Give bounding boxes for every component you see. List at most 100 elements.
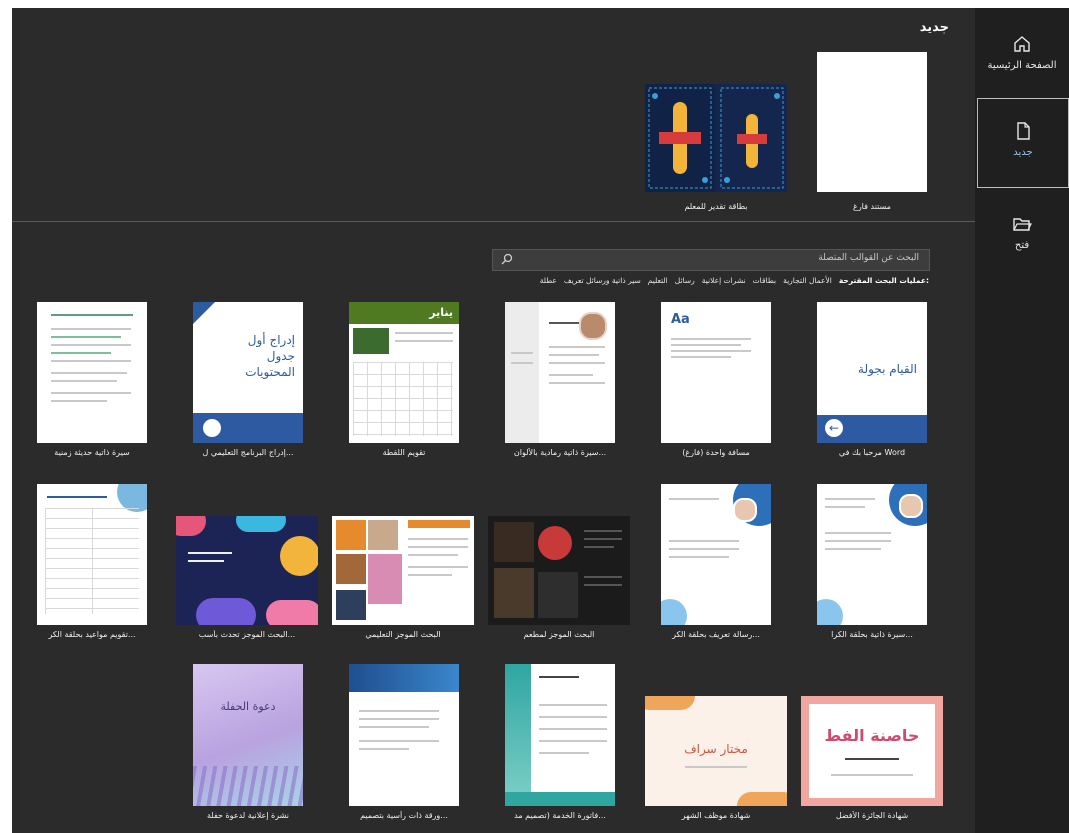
suggestion-link[interactable]: نشرات إعلانية <box>702 276 746 285</box>
suggestion-link[interactable]: سير ذاتية ورسائل تعريف <box>564 276 641 285</box>
wave-decoration <box>645 696 695 710</box>
template-card[interactable]: رسالة تعريف بحلقة الكر... <box>661 484 771 644</box>
template-thumbnail: مختار سراف <box>645 696 787 806</box>
search-icon[interactable] <box>501 253 513 265</box>
template-thumbnail <box>817 484 927 625</box>
template-label: سيرة ذاتية رمادية بالألوان... <box>513 448 607 457</box>
avatar <box>579 312 607 340</box>
template-card[interactable]: مختار سراف شهادة موظف الشهر <box>645 696 787 826</box>
template-thumbnail <box>37 484 147 625</box>
photo-block <box>368 520 398 550</box>
template-label: البحث الموجز لمطعم <box>523 630 595 639</box>
avatar <box>733 498 757 522</box>
template-label: البحث الموجز التعليمي <box>365 630 441 639</box>
template-thumbnail <box>349 664 459 806</box>
template-label: فاتورة الخدمة (تصميم مد... <box>514 811 606 820</box>
template-thumbnail <box>488 516 630 625</box>
template-label: رسالة تعريف بحلقة الكر... <box>672 630 760 639</box>
template-card[interactable]: Aa مسافة واحدة (فارغ) <box>661 302 771 462</box>
template-card[interactable]: البحث الموجز لمطعم <box>488 516 630 644</box>
template-thumbnail: يناير <box>349 302 459 443</box>
template-thumbnail <box>505 302 615 443</box>
suggestion-link[interactable]: التعليم <box>648 276 668 285</box>
template-card[interactable]: سيرة ذاتية بحلقة الكرا... <box>817 484 927 644</box>
template-thumbnail: إدراج أول جدول المحتويات <box>193 302 303 443</box>
blob <box>280 536 318 576</box>
template-card[interactable]: ورقة ذات رأسية بتصميم... <box>349 664 459 826</box>
calendar-grid <box>353 362 453 436</box>
template-thumbnail <box>332 516 474 625</box>
arrow-icon: ← <box>825 419 843 437</box>
template-card[interactable]: سيرة ذاتية رمادية بالألوان... <box>505 302 615 462</box>
suggestion-link[interactable]: عطلة <box>540 276 557 285</box>
thumb-title: حاصنة الفط <box>824 726 920 745</box>
template-thumbnail <box>176 516 318 625</box>
template-card[interactable]: تقويم مواعيد بحلقة الكر... <box>37 484 147 644</box>
suggestion-link[interactable]: الأعمال التجارية <box>783 276 832 285</box>
template-thumbnail: دعوة الحفلة <box>193 664 303 806</box>
teacher-card-thumbnail <box>645 84 787 192</box>
folder-open-icon <box>1013 218 1032 231</box>
home-icon <box>1014 36 1030 52</box>
template-card[interactable]: البحث الموجز التعليمي <box>332 516 474 644</box>
nav-home[interactable]: الصفحة الرئيسية <box>977 34 1067 88</box>
template-label: تقويم مواعيد بحلقة الكر... <box>48 630 136 639</box>
template-thumbnail <box>37 302 147 443</box>
suggestion-link[interactable]: بطاقات <box>753 276 776 285</box>
blob <box>266 600 318 625</box>
template-thumbnail: حاصنة الفط <box>801 696 943 806</box>
thumb-title: القيام بجولة <box>858 362 917 376</box>
section-divider <box>12 221 975 222</box>
template-label: شهادة موظف الشهر <box>681 811 751 820</box>
nav-new[interactable]: جديد <box>977 98 1069 188</box>
thumb-title: يناير <box>429 306 453 319</box>
template-card[interactable]: سيرة ذاتية حديثة زمنية <box>37 302 147 462</box>
photo-block <box>336 520 366 550</box>
teal-footer <box>505 792 615 806</box>
nav-new-label: جديد <box>1013 147 1033 158</box>
bubble-decoration <box>661 599 687 625</box>
nav-open[interactable]: فتح <box>977 214 1067 268</box>
blank-document-template[interactable]: مستند فارغ <box>817 52 927 218</box>
blue-header <box>349 664 459 692</box>
suggested-searches: عمليات البحث المقترحة: الأعمال التجارية … <box>540 276 929 285</box>
orange-bar <box>408 520 470 528</box>
template-search-input[interactable]: البحث عن القوالب المتصلة <box>492 249 930 271</box>
thumb-title: دعوة الحفلة <box>220 700 276 713</box>
template-card[interactable]: دعوة الحفلة نشرة إعلانية لدعوة حفلة <box>193 664 303 826</box>
photo-block <box>336 554 366 584</box>
template-label: تقويم اللقطة <box>382 448 426 457</box>
thumb-title: Aa <box>671 312 690 327</box>
template-card[interactable]: إدراج أول جدول المحتويات إدراج البرنامج … <box>193 302 303 462</box>
calendar-photo <box>353 328 389 354</box>
side-strip <box>505 302 539 443</box>
template-label: إدراج البرنامج التعليمي ل... <box>202 448 294 457</box>
food-photo <box>538 572 578 618</box>
certificate-inner <box>809 704 935 798</box>
blob <box>196 598 256 625</box>
blob <box>236 516 286 532</box>
template-label: مرحباً بك في Word <box>838 448 906 457</box>
template-card[interactable]: حاصنة الفط شهادة الجائزة الأفضل <box>801 696 943 826</box>
bubble-decoration <box>817 599 843 625</box>
suggestion-link[interactable]: رسائل <box>675 276 695 285</box>
template-card[interactable]: البحث الموجز تحدث بأسب... <box>176 516 318 644</box>
backstage-nav: الصفحة الرئيسية جديد فتح <box>975 8 1069 833</box>
navy-block <box>336 590 366 620</box>
template-label: سيرة ذاتية بحلقة الكرا... <box>831 630 913 639</box>
suggested-searches-label: عمليات البحث المقترحة: <box>838 276 929 285</box>
template-card[interactable]: القيام بجولة ← مرحباً بك في Word <box>817 302 927 462</box>
corner-ribbon <box>193 302 215 324</box>
new-document-icon <box>1017 122 1030 140</box>
wave-decoration <box>737 792 787 806</box>
template-label: نشرة إعلانية لدعوة حفلة <box>207 811 289 820</box>
template-label: شهادة الجائزة الأفضل <box>835 811 909 820</box>
blob <box>176 516 206 536</box>
blank-document-thumbnail <box>817 52 927 192</box>
template-card[interactable]: يناير تقويم اللقطة <box>349 302 459 462</box>
template-card[interactable]: فاتورة الخدمة (تصميم مد... <box>505 664 615 826</box>
teacher-appreciation-card-template[interactable]: بطاقة تقدير للمعلم <box>645 84 787 218</box>
nav-open-label: فتح <box>1014 240 1030 251</box>
search-placeholder: البحث عن القوالب المتصلة <box>818 253 919 263</box>
template-label: مسافة واحدة (فارغ) <box>682 448 750 457</box>
